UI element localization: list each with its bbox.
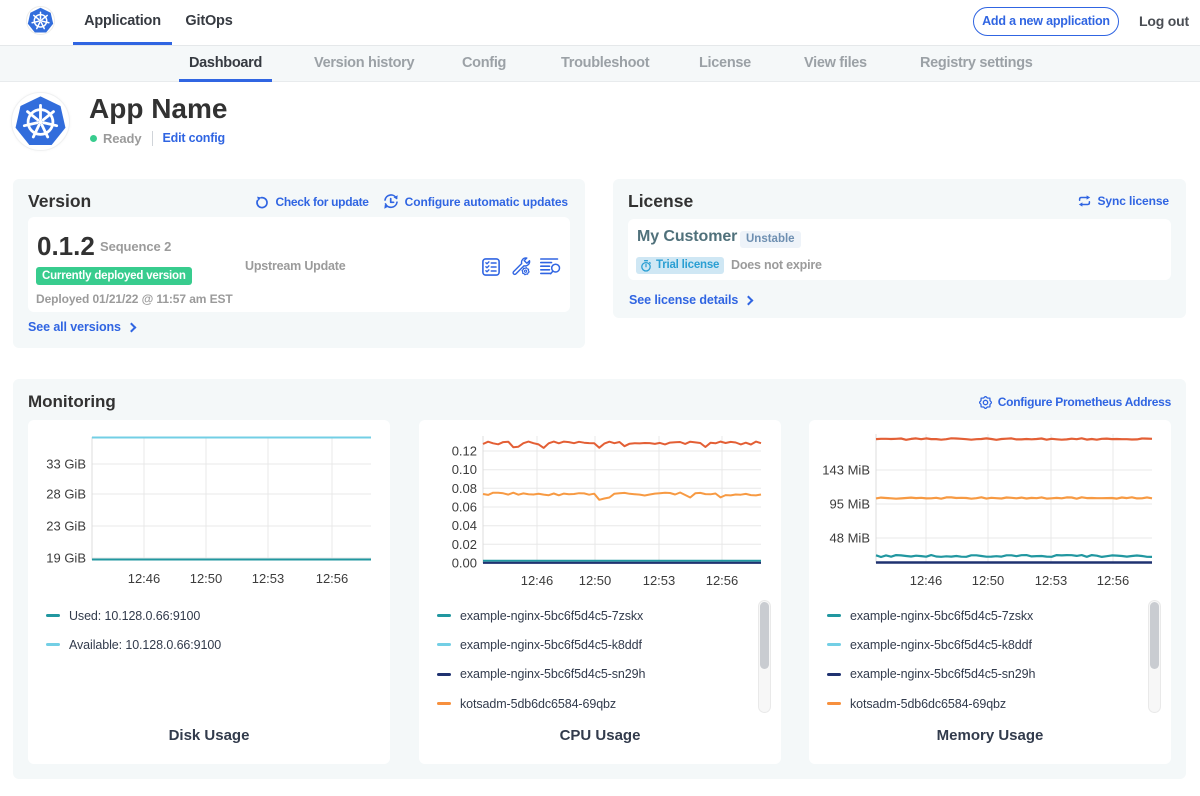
svg-text:28 GiB: 28 GiB bbox=[46, 487, 86, 502]
svg-text:95 MiB: 95 MiB bbox=[830, 497, 870, 512]
svg-text:12:53: 12:53 bbox=[252, 571, 285, 586]
svg-text:143 MiB: 143 MiB bbox=[822, 463, 870, 478]
svg-text:12:46: 12:46 bbox=[128, 571, 161, 586]
svg-text:19 GiB: 19 GiB bbox=[46, 551, 86, 566]
svg-text:12:53: 12:53 bbox=[643, 573, 676, 588]
svg-text:12:50: 12:50 bbox=[972, 573, 1005, 588]
svg-text:0.02: 0.02 bbox=[452, 537, 477, 552]
svg-text:12:56: 12:56 bbox=[706, 573, 739, 588]
svg-text:33 GiB: 33 GiB bbox=[46, 457, 86, 472]
svg-text:12:53: 12:53 bbox=[1035, 573, 1068, 588]
svg-text:12:50: 12:50 bbox=[190, 571, 223, 586]
svg-text:12:56: 12:56 bbox=[1097, 573, 1130, 588]
svg-text:0.10: 0.10 bbox=[452, 462, 477, 477]
svg-text:12:50: 12:50 bbox=[579, 573, 612, 588]
svg-text:12:56: 12:56 bbox=[316, 571, 349, 586]
svg-text:0.08: 0.08 bbox=[452, 481, 477, 496]
svg-text:0.04: 0.04 bbox=[452, 518, 477, 533]
svg-text:12:46: 12:46 bbox=[521, 573, 554, 588]
svg-text:12:46: 12:46 bbox=[910, 573, 943, 588]
svg-text:0.12: 0.12 bbox=[452, 444, 477, 459]
svg-text:23 GiB: 23 GiB bbox=[46, 519, 86, 534]
svg-text:0.06: 0.06 bbox=[452, 500, 477, 515]
svg-text:0.00: 0.00 bbox=[452, 556, 477, 571]
svg-text:48 MiB: 48 MiB bbox=[830, 531, 870, 546]
